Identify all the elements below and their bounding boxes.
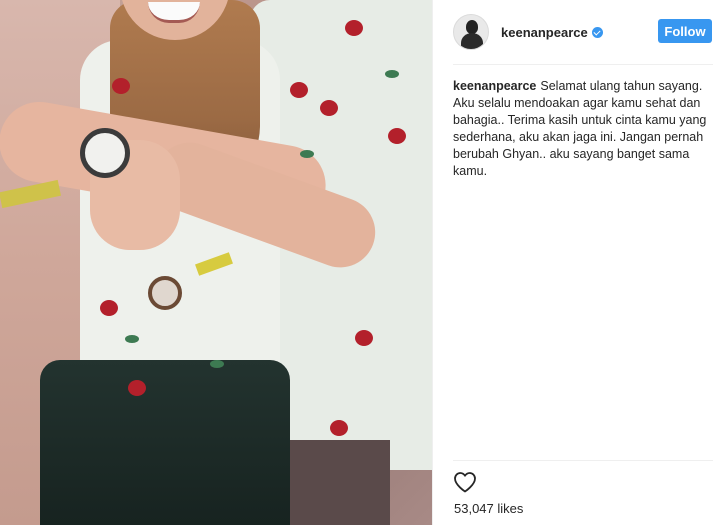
photo-rose-pattern [128, 380, 146, 396]
instagram-post: keenanpearce Follow keenanpearce Selamat … [0, 0, 727, 525]
verified-badge-icon [591, 26, 603, 38]
photo-rose-pattern [112, 78, 130, 94]
actions-divider [453, 460, 713, 461]
photo-rose-pattern [330, 420, 348, 436]
photo-watch-small [148, 276, 182, 310]
post-caption: keenanpearce Selamat ulang tahun sayang. … [453, 78, 715, 180]
photo-rose-pattern [100, 300, 118, 316]
heart-outline-icon[interactable] [453, 471, 477, 493]
post-side-panel: keenanpearce Follow keenanpearce Selamat … [432, 0, 727, 525]
photo-pants [40, 360, 290, 525]
photo-pants-back [290, 440, 390, 525]
photo-leaf-pattern [385, 70, 399, 78]
photo-rose-pattern [345, 20, 363, 36]
photo-rose-pattern [290, 82, 308, 98]
caption-username-link[interactable]: keenanpearce [453, 79, 536, 93]
follow-button[interactable]: Follow [658, 19, 712, 43]
photo-rose-pattern [355, 330, 373, 346]
photo-leaf-pattern [300, 150, 314, 158]
avatar[interactable] [453, 14, 489, 50]
photo-leaf-pattern [210, 360, 224, 368]
header-divider [453, 64, 713, 65]
caption-text: Selamat ulang tahun sayang. Aku selalu m… [453, 79, 707, 178]
username-link[interactable]: keenanpearce [501, 25, 603, 40]
photo-leaf-pattern [125, 335, 139, 343]
likes-count[interactable]: 53,047 likes [454, 501, 523, 516]
photo-rose-pattern [320, 100, 338, 116]
post-photo[interactable] [0, 0, 432, 525]
photo-rose-pattern [388, 128, 406, 144]
photo-watch [80, 128, 130, 178]
